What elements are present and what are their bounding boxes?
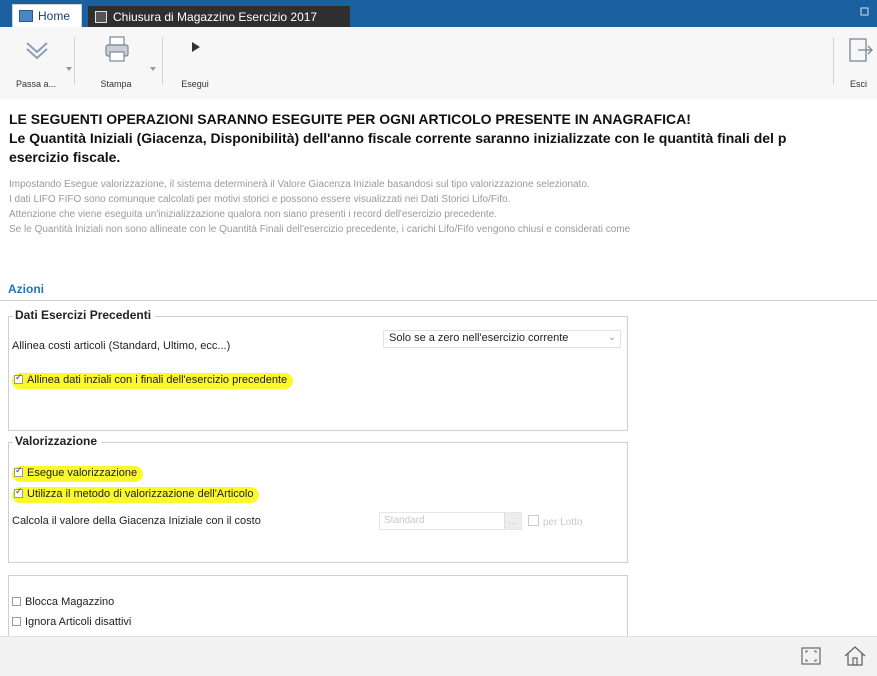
- checkbox-icon[interactable]: [12, 597, 21, 606]
- checkbox-icon[interactable]: [528, 515, 539, 526]
- group-opzioni: Blocca Magazzino Ignora Articoli disatti…: [8, 575, 628, 636]
- tab-home-label: Home: [38, 9, 71, 23]
- group-title: Valorizzazione: [13, 434, 102, 448]
- status-bar: [0, 636, 877, 676]
- stampa-button[interactable]: Stampa: [90, 27, 142, 99]
- toolbar-divider: [162, 37, 163, 85]
- tab-document-label: Chiusura di Magazzino Esercizio 2017: [113, 9, 318, 24]
- blocca-label: Blocca Magazzino: [25, 596, 115, 608]
- play-icon: [192, 42, 200, 52]
- calcola-label: Calcola il valore della Giacenza Inizial…: [12, 515, 261, 527]
- info-line: Se le Quantità Iniziali non sono allinea…: [9, 224, 631, 235]
- checkbox-icon[interactable]: [14, 486, 23, 498]
- home-icon[interactable]: [843, 645, 867, 667]
- costo-value: Standard: [384, 515, 425, 526]
- allinea-costi-value: Solo se a zero nell'esercizio corrente: [389, 332, 569, 344]
- chevron-down-icon: ⌄: [607, 332, 616, 343]
- allinea-costi-select[interactable]: Solo se a zero nell'esercizio corrente ⌄: [383, 330, 621, 348]
- section-divider: [0, 300, 877, 301]
- dropdown-arrow-icon[interactable]: [150, 67, 158, 73]
- info-line: I dati LIFO FIFO sono comunque calcolati…: [9, 194, 511, 205]
- utilizza-label: Utilizza il metodo di valorizzazione del…: [27, 488, 254, 500]
- toolbar-divider: [74, 37, 75, 85]
- info-line: Attenzione che viene eseguita un'inizial…: [9, 209, 498, 220]
- dropdown-arrow-icon[interactable]: [66, 67, 74, 73]
- passa-label: Passa a...: [15, 79, 57, 89]
- blocca-magazzino-checkbox[interactable]: Blocca Magazzino: [12, 596, 114, 608]
- document-tab-icon: [95, 10, 107, 23]
- exit-icon: [849, 38, 873, 62]
- ignora-articoli-checkbox[interactable]: Ignora Articoli disattivi: [12, 616, 131, 628]
- allinea-dati-checkbox[interactable]: Allinea dati inziali con i finali dell'e…: [12, 372, 294, 389]
- title-bar: Home Chiusura di Magazzino Esercizio 201…: [0, 0, 877, 27]
- section-title-azioni: Azioni: [8, 282, 44, 296]
- checkbox-icon[interactable]: [12, 617, 21, 626]
- info-line: Impostando Esegue valorizzazione, il sis…: [9, 179, 590, 190]
- per-lotto-label: per Lotto: [543, 517, 583, 528]
- warning-heading: LE SEGUENTI OPERAZIONI SARANNO ESEGUITE …: [9, 111, 691, 127]
- home-tab-icon: [19, 10, 33, 22]
- group-valorizzazione: Valorizzazione Esegue valorizzazione Uti…: [8, 434, 628, 563]
- checkbox-icon[interactable]: [14, 465, 23, 477]
- restore-icon[interactable]: [859, 5, 871, 17]
- passa-button[interactable]: Passa a...: [8, 27, 64, 99]
- warning-line-3: esercizio fiscale.: [9, 149, 121, 165]
- esci-button[interactable]: Esci: [840, 27, 877, 99]
- stampa-label: Stampa: [100, 79, 132, 89]
- warning-line-2: Le Quantità Iniziali (Giacenza, Disponib…: [9, 130, 787, 146]
- esegui-button[interactable]: Esegui: [170, 27, 220, 99]
- allinea-dati-label: Allinea dati inziali con i finali dell'e…: [27, 374, 288, 386]
- group-dati-esercizi-precedenti: Dati Esercizi Precedenti Allinea costi a…: [8, 308, 628, 431]
- main-content: LE SEGUENTI OPERAZIONI SARANNO ESEGUITE …: [0, 99, 877, 636]
- fit-screen-icon[interactable]: [800, 646, 822, 666]
- esegui-label: Esegui: [181, 79, 209, 89]
- toolbar: Passa a... Stampa Esegui Esci: [0, 27, 877, 100]
- group-title: Dati Esercizi Precedenti: [13, 308, 156, 322]
- costo-select[interactable]: Standard …: [379, 512, 522, 530]
- toolbar-divider: [833, 37, 834, 85]
- ignora-label: Ignora Articoli disattivi: [25, 616, 132, 628]
- esci-label: Esci: [849, 79, 867, 89]
- window-controls[interactable]: [859, 5, 871, 20]
- esegue-label: Esegue valorizzazione: [27, 467, 138, 479]
- esegue-valorizzazione-checkbox[interactable]: Esegue valorizzazione: [12, 465, 144, 482]
- utilizza-metodo-checkbox[interactable]: Utilizza il metodo di valorizzazione del…: [12, 486, 260, 503]
- tab-home[interactable]: Home: [12, 4, 82, 27]
- ellipsis-icon[interactable]: …: [504, 513, 521, 529]
- allinea-costi-label: Allinea costi articoli (Standard, Ultimo…: [12, 340, 231, 352]
- chevron-down-icon: [26, 42, 48, 60]
- checkbox-icon[interactable]: [14, 372, 23, 384]
- tab-document[interactable]: Chiusura di Magazzino Esercizio 2017: [88, 6, 350, 27]
- printer-icon: [105, 36, 129, 62]
- per-lotto-checkbox[interactable]: per Lotto: [528, 515, 582, 528]
